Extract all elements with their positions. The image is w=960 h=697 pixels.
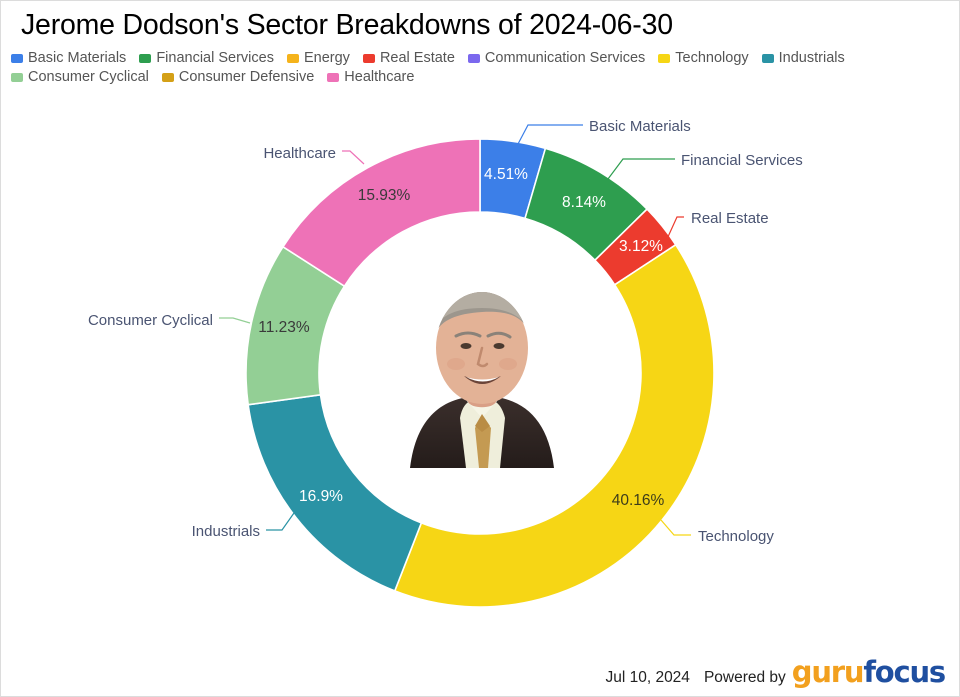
gurufocus-logo[interactable]: gurufocus [791, 655, 946, 689]
portrait-image [410, 292, 554, 468]
avatar [396, 278, 568, 468]
slice-category-label: Consumer Cyclical [88, 312, 213, 329]
slice-category-label: Real Estate [691, 210, 769, 227]
leader-line [517, 124, 583, 145]
leader-line [219, 317, 251, 324]
slice-value-label: 8.14% [562, 194, 606, 211]
slice-value-label: 15.93% [358, 187, 411, 204]
leader-line [342, 150, 365, 165]
logo-focus-text: focus [863, 655, 946, 689]
slice-value-label: 3.12% [619, 238, 663, 255]
slice-category-label: Healthcare [263, 145, 336, 162]
slice-value-label: 16.9% [299, 488, 343, 505]
slice-value-label: 11.23% [258, 319, 310, 336]
slice-category-label: Basic Materials [589, 118, 691, 135]
slice-category-label: Financial Services [681, 152, 803, 169]
leader-line [607, 158, 675, 180]
footer-date: Jul 10, 2024 [605, 669, 690, 686]
slice-category-label: Technology [698, 528, 774, 545]
donut-chart: Basic Materials Financial Services Real Es… [1, 1, 959, 661]
leader-line [660, 519, 691, 536]
logo-guru-text: guru [791, 655, 865, 689]
footer-powered-by: Powered by [703, 669, 786, 686]
footer: Jul 10, 2024 Powered by gurufocus [605, 655, 946, 689]
leader-line [266, 512, 295, 531]
slice-value-label: 4.51% [484, 166, 528, 183]
chart-page: Jerome Dodson's Sector Breakdowns of 202… [0, 0, 960, 697]
slice-category-label: Industrials [192, 523, 260, 540]
slice-value-label: 40.16% [612, 492, 665, 509]
